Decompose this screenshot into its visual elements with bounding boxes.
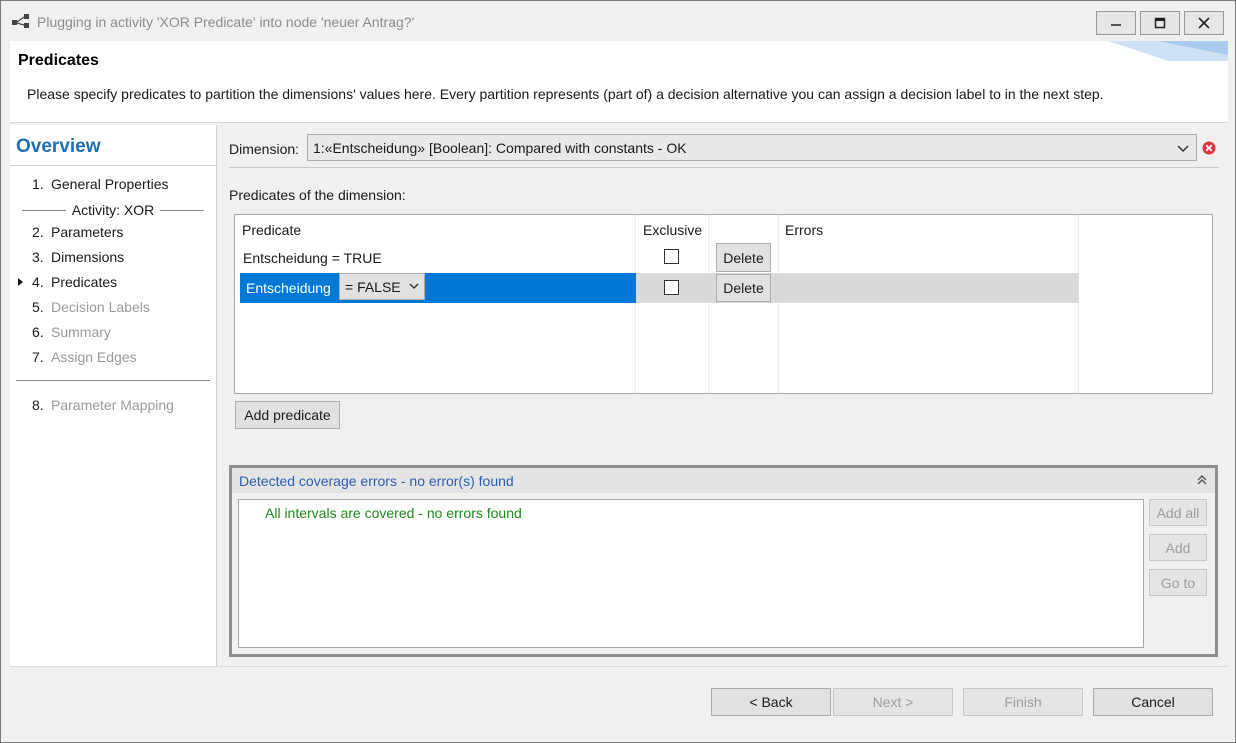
nav-item-label: Parameters [51, 224, 124, 240]
cancel-button[interactable]: Cancel [1093, 688, 1213, 716]
next-button[interactable]: Next > [833, 688, 953, 716]
maximize-icon [1154, 17, 1166, 29]
nav-item-number: 6. [32, 324, 44, 340]
predicate-operator: = TRUE [331, 250, 382, 266]
column-divider [778, 215, 779, 393]
title-bar: Plugging in activity 'XOR Predicate' int… [1, 1, 1235, 41]
page-title: Predicates [18, 52, 99, 69]
delete-button[interactable]: Delete [716, 274, 771, 302]
operator-combo[interactable]: = FALSE [339, 273, 425, 300]
coverage-ok-message: All intervals are covered - no errors fo… [265, 505, 522, 521]
nav-item-predicates[interactable]: 4. Predicates [32, 274, 117, 290]
dimension-select[interactable]: 1:«Entscheidung» [Boolean]: Compared wit… [307, 134, 1197, 161]
column-header-exclusive: Exclusive [643, 222, 703, 238]
minimize-icon [1111, 24, 1121, 26]
error-icon [1202, 141, 1216, 155]
main-content: Dimension: 1:«Entscheidung» [Boolean]: C… [218, 125, 1228, 666]
predicates-section-label: Predicates of the dimension: [229, 187, 406, 203]
dimension-selected-value: 1:«Entscheidung» [Boolean]: Compared wit… [313, 140, 687, 156]
chevron-down-icon [409, 283, 419, 289]
nav-item-label: General Properties [51, 176, 169, 192]
nav-item-label: Assign Edges [51, 349, 137, 365]
delete-button[interactable]: Delete [716, 243, 771, 272]
nav-item-number: 1. [32, 176, 44, 192]
nav-separator [16, 380, 210, 381]
predicate-edit-cell[interactable]: Entscheidung = FALSE [240, 273, 636, 303]
nav-item-parameters[interactable]: 2. Parameters [32, 224, 123, 240]
back-button[interactable]: < Back [711, 688, 831, 716]
coverage-panel-title: Detected coverage errors - no error(s) f… [239, 473, 514, 489]
predicate-variable: Entscheidung [243, 250, 328, 266]
nav-item-number: 2. [32, 224, 44, 240]
column-divider [635, 215, 636, 393]
go-to-button[interactable]: Go to [1149, 569, 1207, 596]
nav-item-number: 4. [32, 274, 44, 290]
add-predicate-button[interactable]: Add predicate [235, 401, 340, 429]
nav-item-number: 5. [32, 299, 44, 315]
nav-item-label: Decision Labels [51, 299, 150, 315]
coverage-results-list[interactable]: All intervals are covered - no errors fo… [238, 499, 1144, 648]
close-button[interactable] [1184, 11, 1224, 35]
nav-item-parameter-mapping: 8. Parameter Mapping [32, 397, 174, 413]
nav-item-number: 8. [32, 397, 44, 413]
header-banner-graphic [1108, 41, 1228, 61]
nav-item-general-properties[interactable]: 1. General Properties [32, 176, 169, 192]
current-step-arrow-icon [18, 278, 23, 286]
close-icon [1198, 17, 1210, 29]
dimension-label: Dimension: [229, 141, 300, 157]
minimize-button[interactable] [1096, 11, 1136, 35]
nav-item-summary: 6. Summary [32, 324, 111, 340]
nav-item-label: Parameter Mapping [51, 397, 174, 413]
wizard-header: Predicates Please specify predicates to … [10, 41, 1228, 123]
nav-item-dimensions[interactable]: 3. Dimensions [32, 249, 124, 265]
column-header-predicate: Predicate [242, 222, 302, 238]
exclusive-checkbox[interactable] [664, 249, 679, 264]
column-divider [708, 215, 709, 393]
add-button[interactable]: Add [1149, 534, 1207, 561]
column-divider [1078, 215, 1079, 393]
nav-item-number: 7. [32, 349, 44, 365]
nav-item-label: Summary [51, 324, 111, 340]
collapse-icon[interactable] [1197, 474, 1207, 486]
wizard-window: Plugging in activity 'XOR Predicate' int… [0, 0, 1236, 743]
overview-title: Overview [16, 136, 101, 157]
window-title: Plugging in activity 'XOR Predicate' int… [37, 14, 415, 30]
coverage-panel-header[interactable]: Detected coverage errors - no error(s) f… [232, 468, 1215, 493]
app-icon [12, 14, 29, 28]
dimension-divider [229, 167, 1219, 168]
operator-value: = FALSE [345, 279, 401, 295]
overview-panel: Overview 1. General Properties Activity: … [10, 125, 217, 666]
nav-item-number: 3. [32, 249, 44, 265]
predicates-table: Predicate Exclusive Errors Entscheidung … [234, 214, 1213, 394]
coverage-errors-panel: Detected coverage errors - no error(s) f… [229, 465, 1218, 657]
column-header-errors: Errors [785, 222, 824, 238]
nav-group-label: Activity: XOR [71, 202, 155, 218]
nav-group-activity: Activity: XOR [16, 201, 210, 219]
nav-item-assign-edges: 7. Assign Edges [32, 349, 137, 365]
predicate-variable: Entscheidung [246, 280, 331, 296]
nav-item-decision-labels: 5. Decision Labels [32, 299, 150, 315]
table-row-predicate[interactable]: Entscheidung = TRUE [243, 250, 382, 266]
nav-item-label: Dimensions [51, 249, 125, 265]
overview-divider [10, 165, 217, 166]
chevron-down-icon [1177, 145, 1189, 153]
maximize-button[interactable] [1140, 11, 1180, 35]
finish-button[interactable]: Finish [963, 688, 1083, 716]
add-all-button[interactable]: Add all [1149, 499, 1207, 526]
footer-divider [10, 666, 1228, 667]
exclusive-checkbox[interactable] [664, 280, 679, 295]
page-description: Please specify predicates to partition t… [27, 86, 1104, 102]
nav-item-label: Predicates [51, 274, 118, 290]
